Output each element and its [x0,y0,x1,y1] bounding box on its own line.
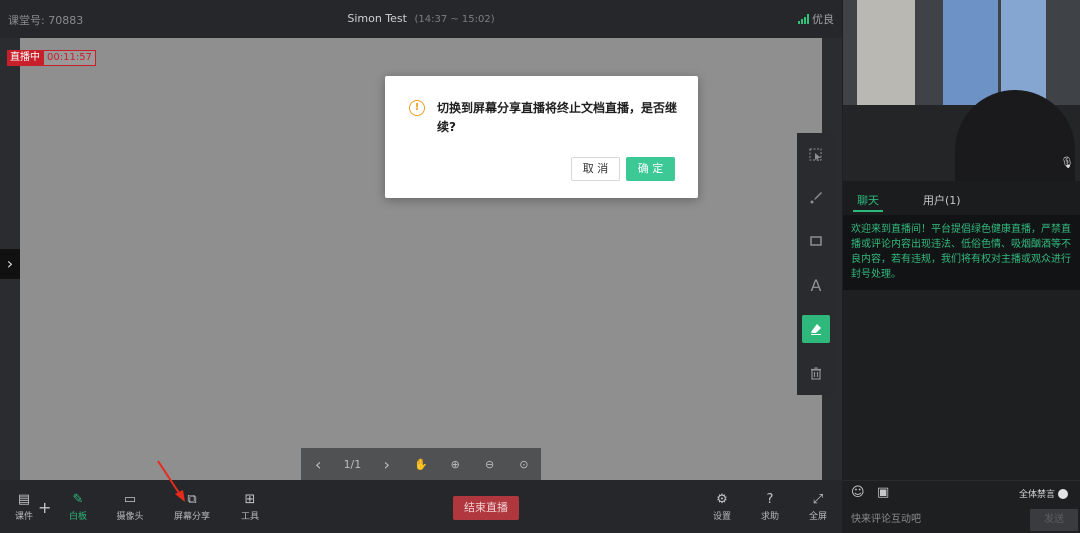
zoom-out-button[interactable]: ⊖ [472,458,506,471]
live-status-badge: 直播中 00:11:57 [7,50,96,66]
zoom-reset-icon: ⊙ [519,457,529,471]
class-title: Simon Test (14:37 ~ 15:02) [0,12,842,25]
end-live-button[interactable]: 结束直播 [453,496,519,520]
class-name: Simon Test [347,12,407,25]
tab-chat[interactable]: 聊天 [843,181,893,215]
tools-label: 工具 [240,512,259,522]
tools-button[interactable]: ⊞ 工具 [230,491,270,522]
help-button[interactable]: ? 求助 [750,491,790,522]
chat-notice: 欢迎来到直播间！平台提倡绿色健康直播，严禁直播或评论内容出现违法、低俗色情、吸烟… [843,215,1080,290]
mute-all-label: 全体禁言 [1018,490,1055,500]
emoji-button[interactable]: ☺ [851,485,865,500]
brush-icon [810,192,822,204]
shape-tool[interactable] [802,227,830,255]
pan-button[interactable]: ✋ [404,458,438,471]
send-button[interactable]: 发送 [1030,509,1078,531]
whiteboard-label: 白板 [68,512,87,522]
page-navigator: ‹ 1/1 › ✋ ⊕ ⊖ ⊙ [301,448,541,480]
camera-preview: 🎙 [843,0,1080,181]
fullscreen-label: 全屏 [808,512,827,522]
help-icon: ? [766,492,774,507]
signal-text: 优良 [812,13,834,26]
image-icon: ▣ [877,485,890,500]
video-frame [857,0,915,110]
dialog-message: 切换到屏幕分享直播将终止文档直播，是否继续? [437,101,678,134]
settings-button[interactable]: ⚙ 设置 [702,491,742,522]
pen-tool[interactable] [802,183,830,211]
cursor-icon [809,148,822,161]
zoom-out-icon: ⊖ [484,457,495,471]
chat-messages [843,290,1080,480]
chevron-right-icon: › [383,454,390,474]
live-status: 直播中 [7,50,43,66]
text-tool[interactable]: A [802,271,830,299]
help-label: 求助 [760,512,779,522]
network-status: 优良 [798,11,834,27]
add-courseware-button[interactable]: + [38,498,51,517]
gear-icon: ⚙ [716,492,728,507]
trash-icon [811,367,821,380]
whiteboard-icon: ✎ [72,492,84,507]
zoom-in-button[interactable]: ⊕ [438,458,472,471]
chat-tabs: 聊天 用户(1) [843,181,1080,215]
signal-icon [798,14,809,24]
live-timer: 00:11:57 [43,50,96,66]
arrow-annotation-icon [157,460,185,502]
zoom-in-icon: ⊕ [450,457,460,471]
camera-button[interactable]: ▭ 摄像头 [110,491,150,522]
cancel-button[interactable]: 取 消 [571,157,620,181]
zoom-reset-button[interactable]: ⊙ [507,458,541,471]
image-button[interactable]: ▣ [877,485,889,500]
tools-grid-icon: ⊞ [244,492,256,507]
camera-icon: ▭ [123,492,137,507]
top-bar: 课堂号: 70883 Simon Test (14:37 ~ 15:02) 优良 [0,0,842,38]
next-page-button[interactable]: › [370,455,404,474]
warning-icon: ! [409,100,425,116]
confirm-button[interactable]: 确 定 [626,157,675,181]
microphone-icon: 🎙 [1060,156,1074,169]
confirm-dialog: ! 切换到屏幕分享直播将终止文档直播，是否继续? 取 消 确 定 [385,76,698,198]
expand-sidebar-button[interactable]: › [0,249,20,279]
screen-share-label: 屏幕分享 [173,512,210,522]
rectangle-icon [810,236,822,246]
eraser-tool[interactable] [802,315,830,343]
prev-page-button[interactable]: ‹ [301,455,335,474]
bottom-toolbar: ▤ 课件 + ✎ 白板 ▭ 摄像头 ⧉ 屏幕分享 ⊞ 工具 ⚙ 设置 ? 求助 … [0,480,842,533]
eraser-icon [811,324,821,335]
camera-label: 摄像头 [116,512,144,522]
drawing-toolbar: A [797,133,835,395]
text-icon: A [810,275,822,295]
mute-all-toggle[interactable]: 全体禁言 [1019,487,1068,500]
whiteboard-button[interactable]: ✎ 白板 [58,491,98,522]
tab-users[interactable]: 用户(1) [909,181,975,215]
page-indicator: 1/1 [343,457,362,471]
chat-toolbar: ☺ ▣ 全体禁言 [843,480,1080,505]
clear-tool[interactable] [802,359,830,387]
courseware-label: 课件 [14,512,33,522]
class-time: (14:37 ~ 15:02) [414,14,495,25]
chevron-right-icon: › [6,254,14,273]
chat-input-area: 发送 [843,505,1080,533]
toggle-icon [1058,488,1068,499]
comment-input[interactable] [843,508,1023,530]
hand-icon: ✋ [414,457,428,471]
settings-label: 设置 [712,512,731,522]
plus-icon: + [38,498,52,517]
select-tool[interactable] [802,141,830,169]
emoji-icon: ☺ [851,485,865,500]
fullscreen-button[interactable]: ⤢ 全屏 [798,491,838,522]
chevron-left-icon: ‹ [314,454,322,474]
fullscreen-icon: ⤢ [812,492,824,507]
